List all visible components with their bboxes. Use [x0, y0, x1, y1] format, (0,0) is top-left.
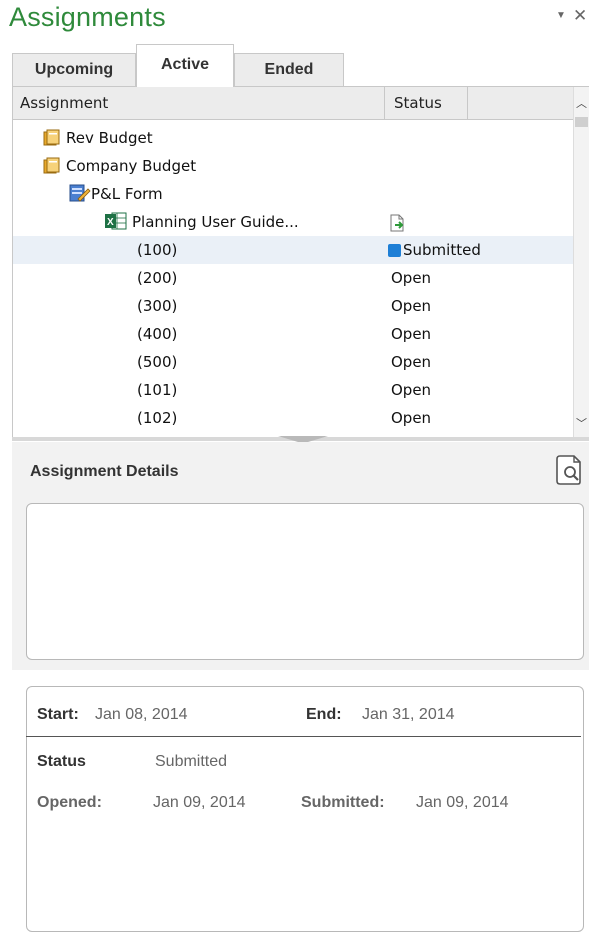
- tree-row-label: (300): [137, 297, 178, 315]
- tree-row-label: (200): [137, 269, 178, 287]
- column-header-assignment[interactable]: Assignment: [20, 87, 108, 119]
- excel-icon: X: [105, 212, 127, 230]
- folder-icon: [43, 157, 60, 174]
- assignment-info-box: Start: Jan 08, 2014 End: Jan 31, 2014 St…: [26, 686, 584, 932]
- tree-row-company-budget[interactable]: Company Budget: [13, 152, 573, 180]
- start-label: Start:: [37, 706, 79, 723]
- tab-active[interactable]: Active: [136, 44, 234, 87]
- tree-row-pl-form[interactable]: P&L Form: [13, 180, 573, 208]
- tree-row-label: Planning User Guide...: [132, 213, 299, 231]
- status-text: Open: [391, 269, 432, 287]
- end-date: Jan 31, 2014: [362, 706, 455, 723]
- opened-label: Opened:: [37, 794, 102, 811]
- details-text-area[interactable]: [26, 503, 584, 660]
- tree-row-label: Company Budget: [66, 157, 197, 175]
- tree-row-rev-budget[interactable]: Rev Budget: [13, 124, 573, 152]
- status-text: Open: [391, 353, 432, 371]
- opened-date: Jan 09, 2014: [153, 794, 246, 811]
- tree-row-400[interactable]: (400) Open: [13, 320, 573, 348]
- tree-row-label: P&L Form: [91, 185, 163, 203]
- status-text: Open: [391, 409, 432, 427]
- tree-row-planning-user-guide[interactable]: X Planning User Guide...: [13, 208, 573, 236]
- tree-row-label: (100): [137, 241, 178, 259]
- tree-row-102[interactable]: (102) Open: [13, 404, 573, 432]
- grid-header: Assignment Status: [13, 87, 573, 120]
- column-divider[interactable]: [467, 87, 468, 119]
- folder-icon: [43, 129, 60, 146]
- tree-row-200[interactable]: (200) Open: [13, 264, 573, 292]
- tree-row-101[interactable]: (101) Open: [13, 376, 573, 404]
- status-text: Submitted: [403, 241, 481, 259]
- end-label: End:: [306, 706, 342, 723]
- tree-row-100[interactable]: (100) Submitted: [13, 236, 573, 264]
- document-search-icon[interactable]: [553, 453, 585, 487]
- form-icon: [69, 184, 91, 202]
- status-text: Open: [391, 297, 432, 315]
- status-label: Status: [37, 753, 86, 770]
- tree-row-500[interactable]: (500) Open: [13, 348, 573, 376]
- status-text: Open: [391, 325, 432, 343]
- details-title: Assignment Details: [30, 463, 179, 480]
- info-divider: [26, 736, 581, 737]
- column-divider[interactable]: [384, 87, 385, 119]
- tab-upcoming[interactable]: Upcoming: [12, 53, 136, 86]
- pane-menu-icon[interactable]: ▼: [556, 10, 566, 21]
- tree-row-label: (101): [137, 381, 178, 399]
- status-cell: Submitted: [388, 241, 481, 259]
- svg-text:X: X: [107, 217, 114, 228]
- tree-row-label: (400): [137, 325, 178, 343]
- status-value: Submitted: [155, 753, 228, 770]
- pane-title: Assignments: [9, 2, 166, 32]
- submitted-date: Jan 09, 2014: [416, 794, 509, 811]
- column-header-status[interactable]: Status: [394, 87, 442, 119]
- scrollbar-thumb[interactable]: [575, 117, 588, 127]
- tree-row-label: (500): [137, 353, 178, 371]
- open-document-icon[interactable]: [389, 214, 407, 232]
- tree-row-300[interactable]: (300) Open: [13, 292, 573, 320]
- submitted-square-icon: [388, 243, 401, 257]
- start-date: Jan 08, 2014: [95, 706, 188, 723]
- tab-bar: Upcoming Active Ended: [12, 44, 589, 87]
- tree-row-label: Rev Budget: [66, 129, 153, 147]
- assignments-grid: Assignment Status Rev Budget Company Bud…: [12, 86, 589, 438]
- vertical-scrollbar[interactable]: ︿ ﹀: [573, 87, 589, 437]
- scroll-up-arrow-icon[interactable]: ︿: [574, 95, 589, 111]
- tree-row-label: (102): [137, 409, 178, 427]
- submitted-label: Submitted:: [301, 794, 385, 811]
- scroll-down-arrow-icon[interactable]: ﹀: [574, 415, 589, 431]
- status-text: Open: [391, 381, 432, 399]
- close-icon[interactable]: ✕: [573, 6, 587, 26]
- tab-ended[interactable]: Ended: [234, 53, 344, 86]
